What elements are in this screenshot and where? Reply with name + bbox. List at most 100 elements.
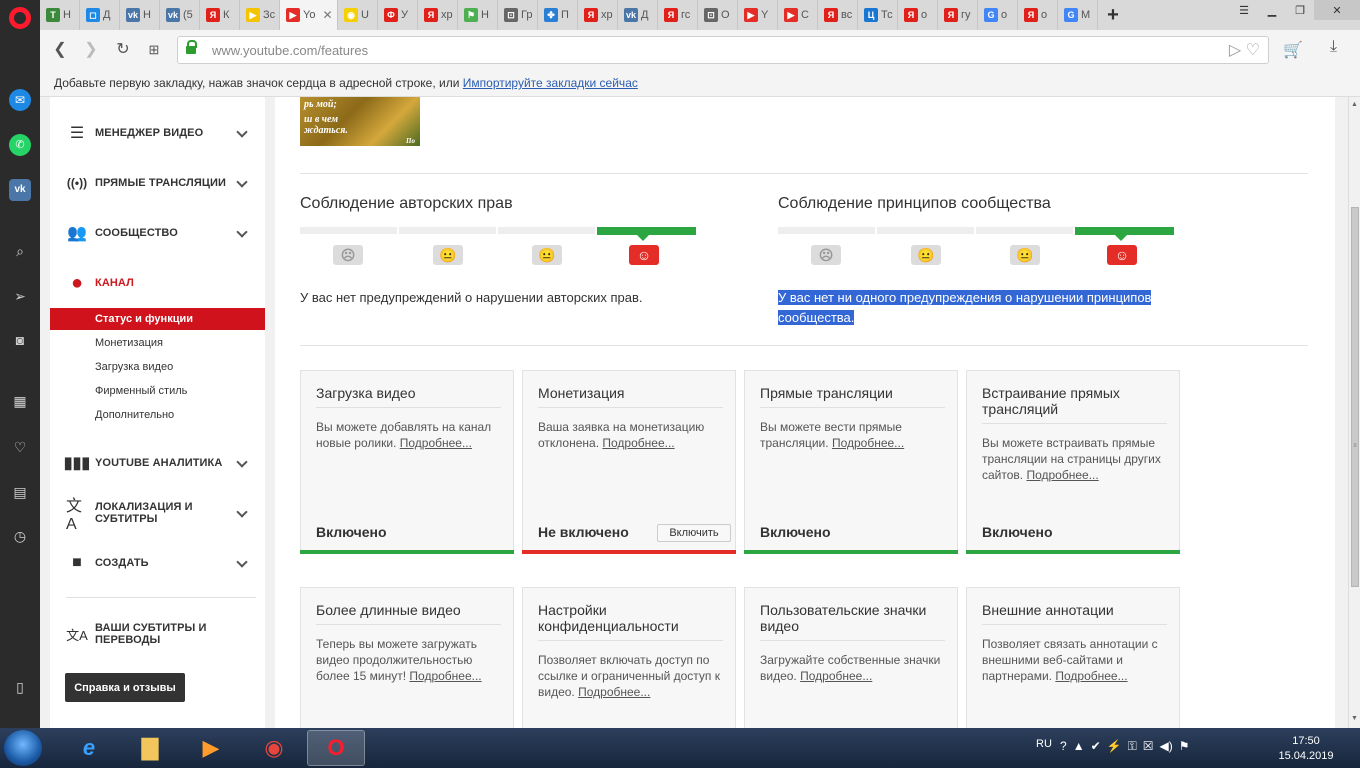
bookmark-hint: Добавьте первую закладку, нажав значок с… <box>54 76 460 90</box>
browser-tab[interactable]: GМ <box>1058 0 1098 30</box>
speed-dial-icon[interactable]: ▦ <box>9 390 31 412</box>
sidebar-item-live[interactable]: ((•)) ПРЯМЫЕ ТРАНСЛЯЦИИ <box>50 166 265 200</box>
url-field[interactable]: www.youtube.com/features ▷ ♡ <box>177 36 1269 64</box>
browser-tab[interactable]: ⊡ Гр <box>498 0 538 30</box>
opera-taskbar-icon[interactable]: O <box>307 730 365 766</box>
tab-favicon-icon: Я <box>424 8 438 22</box>
sidebar-toggle-icon[interactable]: ▯ <box>9 676 31 698</box>
browser-tab[interactable]: ✤ П <box>538 0 578 30</box>
minimize-button[interactable]: ▁ <box>1258 0 1286 20</box>
sidebar-subitem-upload[interactable]: Загрузка видео <box>50 356 265 378</box>
opera-logo-icon[interactable] <box>9 7 31 29</box>
learn-more-link[interactable]: Подробнее... <box>1055 669 1127 683</box>
scroll-thumb[interactable]: ≡ <box>1351 207 1359 587</box>
scroll-up-icon[interactable]: ▲ <box>1351 101 1358 108</box>
page-scrollbar[interactable]: ▲ ≡ ▼ <box>1348 97 1360 728</box>
enable-button[interactable]: Включить <box>657 524 731 542</box>
browser-tab[interactable]: Ц Тс <box>858 0 898 30</box>
browser-tab[interactable]: ◉ U <box>338 0 378 30</box>
learn-more-link[interactable]: Подробнее... <box>602 436 674 450</box>
browser-tab[interactable]: ◻ Д <box>80 0 120 30</box>
whatsapp-icon[interactable]: ✆ <box>9 134 31 156</box>
tab-label: Д <box>103 9 111 21</box>
chrome-icon[interactable]: ◉ <box>245 730 303 766</box>
browser-tab[interactable]: ▶ С <box>778 0 818 30</box>
import-bookmarks-link[interactable]: Импортируйте закладки сейчас <box>463 76 638 90</box>
history-icon[interactable]: ◷ <box>9 525 31 547</box>
news-icon[interactable]: ▤ <box>9 481 31 503</box>
browser-tab[interactable]: Ягу <box>938 0 978 30</box>
sidebar-item-analytics[interactable]: ▮▮▮ YOUTUBE АНАЛИТИКА <box>50 446 265 480</box>
browser-tab[interactable]: Яо <box>1018 0 1058 30</box>
vk-icon[interactable]: vk <box>9 179 31 201</box>
browser-tab[interactable]: ▶ Yo ✕ <box>280 0 338 30</box>
learn-more-link[interactable]: Подробнее... <box>578 685 650 699</box>
lightning-icon[interactable]: ⚡ <box>1107 739 1122 754</box>
tabs-grid-icon[interactable]: ⊞ <box>144 40 164 60</box>
browser-tab[interactable]: ФУ <box>378 0 418 30</box>
browser-tab[interactable]: ⊡ О <box>698 0 738 30</box>
browser-tab[interactable]: Яхр <box>578 0 618 30</box>
language-indicator[interactable]: RU <box>1036 738 1052 750</box>
messenger-icon[interactable]: ✉ <box>9 89 31 111</box>
bookmarks-heart-icon[interactable]: ♡ <box>9 436 31 458</box>
internet-explorer-icon[interactable]: e <box>60 730 118 766</box>
forward-button[interactable]: ❯ <box>81 40 101 60</box>
volume-icon[interactable]: ◀) <box>1160 739 1173 754</box>
browser-tab[interactable]: Ягс <box>658 0 698 30</box>
learn-more-link[interactable]: Подробнее... <box>800 669 872 683</box>
close-window-button[interactable]: ✕ <box>1314 0 1360 20</box>
sidebar-item-create[interactable]: ■ СОЗДАТЬ <box>50 546 265 580</box>
browser-tab[interactable]: Явс <box>818 0 858 30</box>
cart-icon[interactable]: 🛒 <box>1283 40 1303 60</box>
flag-icon[interactable]: ⚑ <box>1179 739 1190 754</box>
help-feedback-button[interactable]: Справка и отзывы <box>65 673 185 702</box>
send-icon[interactable]: ➢ <box>9 285 31 307</box>
new-tab-button[interactable]: + <box>1098 0 1128 30</box>
media-player-icon[interactable]: ▶ <box>182 730 240 766</box>
start-button[interactable] <box>4 730 42 766</box>
search-icon[interactable]: ⌕ <box>9 240 31 262</box>
learn-more-link[interactable]: Подробнее... <box>1026 468 1098 482</box>
sidebar-item-channel[interactable]: ● КАНАЛ <box>50 266 265 300</box>
browser-tab[interactable]: ▶ Зс <box>240 0 280 30</box>
clock[interactable]: 17:50 15.04.2019 <box>1275 734 1337 764</box>
learn-more-link[interactable]: Подробнее... <box>409 669 481 683</box>
share-heart-icons[interactable]: ▷ ♡ <box>1229 40 1260 60</box>
sidebar-subitem-monetization[interactable]: Монетизация <box>50 332 265 354</box>
browser-tab[interactable]: Gо <box>978 0 1018 30</box>
sidebar-subitem-advanced[interactable]: Дополнительно <box>50 404 265 426</box>
browser-tab[interactable]: ТН <box>40 0 80 30</box>
menu-icon[interactable]: ☰ <box>1230 0 1258 20</box>
reload-button[interactable]: ↻ <box>113 40 133 60</box>
lock-tray-icon[interactable]: ⚿ <box>1128 739 1137 754</box>
security-icon[interactable]: ✔ <box>1091 739 1101 754</box>
download-icon[interactable]: ⤓ <box>1330 38 1337 56</box>
arrow-up-icon[interactable]: ▲ <box>1073 739 1085 754</box>
restore-button[interactable]: ❐ <box>1286 0 1314 20</box>
sidebar-subitem-status[interactable]: Статус и функции <box>50 308 265 330</box>
browser-tab[interactable]: Яхр <box>418 0 458 30</box>
network-icon[interactable]: ☒ <box>1143 739 1154 754</box>
browser-tab[interactable]: vk Д <box>618 0 658 30</box>
lock-icon <box>186 40 197 56</box>
learn-more-link[interactable]: Подробнее... <box>832 436 904 450</box>
browser-tab[interactable]: vk (5 <box>160 0 200 30</box>
sidebar-item-community[interactable]: 👥 СООБЩЕСТВО <box>50 216 265 250</box>
help-icon[interactable]: ? <box>1060 739 1067 754</box>
scroll-down-icon[interactable]: ▼ <box>1351 715 1358 722</box>
sidebar-subitem-branding[interactable]: Фирменный стиль <box>50 380 265 402</box>
browser-tab[interactable]: ▶ Y <box>738 0 778 30</box>
sidebar-item-localization[interactable]: 文A ЛОКАЛИЗАЦИЯ И СУБТИТРЫ <box>50 496 265 533</box>
sidebar-item-video-manager[interactable]: ☰ МЕНЕДЖЕР ВИДЕО <box>50 116 265 150</box>
browser-tab[interactable]: ⚑ Н <box>458 0 498 30</box>
browser-tab[interactable]: vk Н <box>120 0 160 30</box>
learn-more-link[interactable]: Подробнее... <box>400 436 472 450</box>
back-button[interactable]: ❮ <box>50 40 70 60</box>
explorer-folder-icon[interactable]: ▇ <box>121 730 179 766</box>
tab-close-icon[interactable]: ✕ <box>322 8 332 22</box>
camera-icon[interactable]: ◙ <box>9 329 31 351</box>
sidebar-item-your-subtitles[interactable]: 文A ВАШИ СУБТИТРЫ И ПЕРЕВОДЫ <box>50 617 265 651</box>
browser-tab[interactable]: Яо <box>898 0 938 30</box>
browser-tab[interactable]: ЯК <box>200 0 240 30</box>
